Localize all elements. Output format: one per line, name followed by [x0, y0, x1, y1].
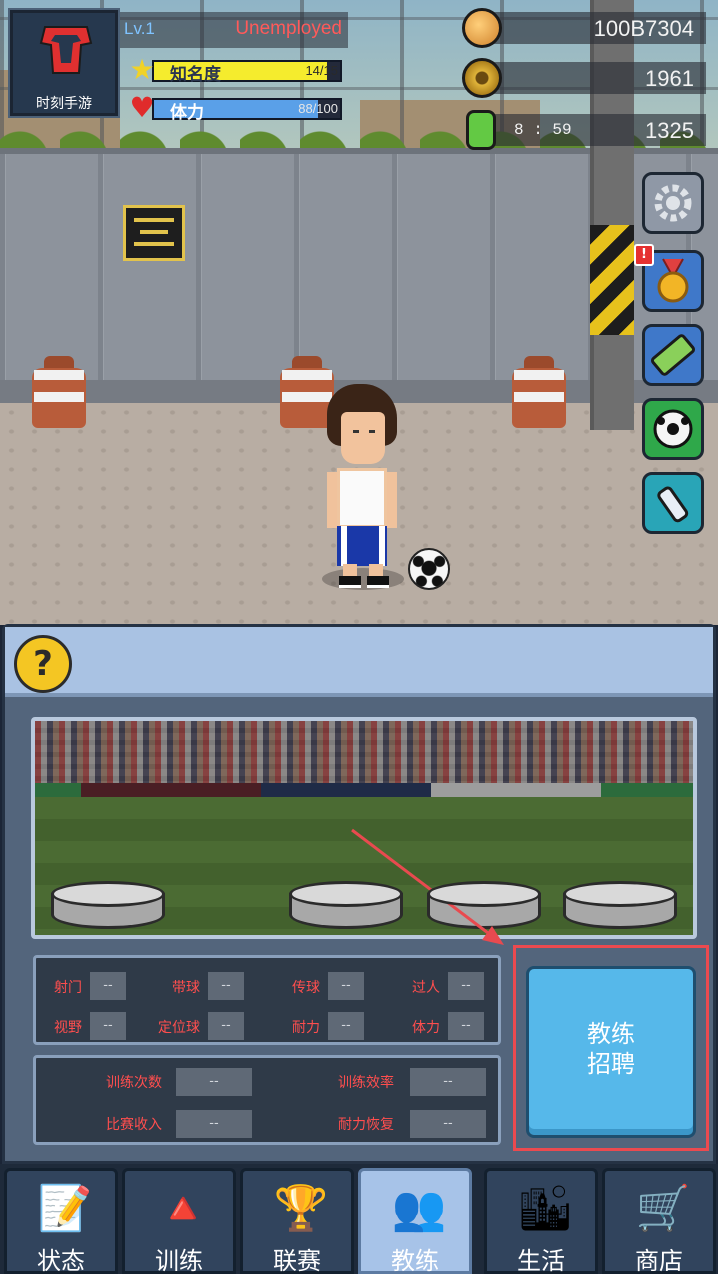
coach-panel: ? 射门 -- 带球 -- 传球 -- 过人 -- 视野 -- 定位球 -- 耐…: [2, 624, 716, 1164]
coin-icon: [462, 8, 502, 48]
trophy-icon: 🏆: [273, 1183, 329, 1234]
profile-card[interactable]: 时刻手游: [8, 8, 120, 118]
hire-highlight-frame: 教练 招聘: [513, 945, 709, 1151]
coach-stats-panel: 射门 -- 带球 -- 传球 -- 过人 -- 视野 -- 定位球 -- 耐力 -- 体力 --: [33, 955, 501, 1045]
stat-stamina: 体力 --: [396, 1012, 484, 1040]
soccer-ball-icon: [408, 548, 450, 590]
stat-breakthrough: 过人 --: [396, 972, 484, 1000]
coins-counter[interactable]: 100B7304: [462, 8, 706, 48]
tab-life[interactable]: 🏙 生活: [484, 1168, 598, 1274]
tab-shop[interactable]: 🛒 商店: [602, 1168, 716, 1274]
stat-endurance: 耐力 --: [276, 1012, 364, 1040]
fame-label: 知名度: [170, 65, 221, 85]
stat-shooting: 射门 --: [46, 972, 126, 1000]
stamina-label: 体力: [170, 103, 204, 123]
star-icon: ★: [129, 53, 155, 86]
stadium-crowd: [35, 721, 693, 783]
tab-status[interactable]: 📝 状态: [4, 1168, 118, 1274]
gear-icon: [654, 184, 692, 222]
city-icon: 🏙: [517, 1183, 573, 1234]
bottle-icon: [657, 486, 689, 523]
level-row: Lv.1 Unemployed: [120, 12, 348, 48]
profile-name: 时刻手游: [36, 96, 92, 112]
items-button[interactable]: [642, 472, 704, 534]
traffic-barrel-icon: [32, 356, 86, 428]
matches-button[interactable]: [642, 398, 704, 460]
stat-vision: 视野 --: [46, 1012, 126, 1040]
coach-slot-4[interactable]: [563, 881, 677, 931]
gems-counter[interactable]: 1961: [462, 58, 706, 98]
stat-passing: 传球 --: [276, 972, 364, 1000]
settings-button[interactable]: [642, 172, 704, 234]
hire-coach-button[interactable]: 教练 招聘: [526, 966, 696, 1138]
stat-set-piece: 定位球 --: [156, 1012, 244, 1040]
help-button[interactable]: ?: [14, 635, 72, 693]
coach-info-panel: 训练次数 -- 训练效率 -- 比赛收入 -- 耐力恢复 --: [33, 1055, 501, 1145]
battery-icon: [466, 110, 496, 150]
tab-coach[interactable]: 👥 教练: [358, 1168, 472, 1274]
coins-value: 100B7304: [593, 16, 694, 41]
notification-badge: !: [634, 244, 654, 266]
stamina-value: 88/100: [298, 101, 338, 116]
tab-training[interactable]: 🔺 训练: [122, 1168, 236, 1274]
gem-icon: [462, 58, 502, 98]
tab-league[interactable]: 🏆 联赛: [240, 1168, 354, 1274]
fame-value: 14/15: [305, 63, 338, 78]
gems-value: 1961: [645, 66, 694, 91]
heart-icon: ♥: [129, 91, 155, 124]
coach-slot-2[interactable]: [289, 881, 403, 931]
hire-coach-label-line2: 招聘: [587, 1050, 635, 1078]
panel-header: ?: [5, 627, 713, 697]
tickets-button[interactable]: [642, 324, 704, 386]
coaches-icon: 👥: [391, 1183, 447, 1234]
job-status: Unemployed: [235, 18, 342, 39]
stamina-bar: ♥ 体力 88/100: [126, 91, 346, 124]
training-cone-icon: 🔺: [155, 1183, 211, 1234]
fame-bar: ★ 知名度 14/15: [126, 53, 346, 86]
stat-dribbling: 带球 --: [156, 972, 244, 1000]
traffic-barrel-icon: [512, 356, 566, 428]
energy-timer: 8 : 59: [514, 121, 572, 139]
soccer-ball-icon: [653, 409, 693, 449]
hire-coach-label-line1: 教练: [587, 1020, 635, 1048]
bottom-nav: 📝 状态 🔺 训练 🏆 联赛 👥 教练 🏙 生活 🛒 商店: [0, 1164, 718, 1274]
wall-sign-icon: [123, 205, 185, 261]
hazard-stripe: [590, 225, 634, 335]
coach-field-view: [31, 717, 697, 939]
coach-slot-3[interactable]: [427, 881, 541, 931]
energy-value: 1325: [645, 118, 694, 143]
coach-slot-1[interactable]: [51, 881, 165, 931]
player-character[interactable]: [323, 384, 403, 594]
ticket-icon: [650, 334, 696, 376]
shopping-cart-icon: 🛒: [635, 1183, 691, 1234]
energy-counter[interactable]: 8 : 59 1325: [462, 110, 706, 150]
club-crest-icon: [39, 26, 93, 74]
notepad-icon: 📝: [37, 1183, 93, 1234]
level-label: Lv.1: [124, 19, 155, 38]
